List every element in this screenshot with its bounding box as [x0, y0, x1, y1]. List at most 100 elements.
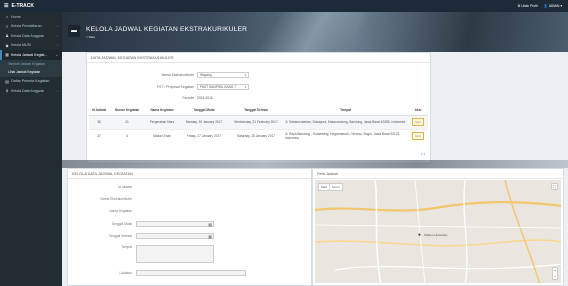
profile-link[interactable]: ⚙ Ubah Profil	[517, 4, 537, 8]
table-cell: 4	[109, 128, 145, 143]
column-header[interactable]: Tempat	[283, 106, 408, 116]
column-header[interactable]: Nama Kegiatan	[145, 106, 179, 116]
field-label: Id Jadwal	[118, 185, 132, 189]
form-row-kegiatan: Nama Kegiatan	[68, 209, 136, 213]
column-header[interactable]: Nomor Kegiatan	[109, 106, 145, 116]
list-icon: ≡	[5, 23, 9, 29]
table-cell: 37	[89, 128, 109, 143]
filter-row: Periode 2015-2016	[87, 96, 213, 100]
table-cell: Monday, 30 January 2017	[179, 114, 229, 129]
filter-row: Nama Ekstrakurikuler Wayang ▾	[87, 72, 249, 78]
section-divider	[62, 160, 568, 168]
sidebar-item-pendaftaran[interactable]: ≡ Kelola Pendaftaran ‹	[0, 22, 62, 32]
table-cell: Wednesday, 31 February 2017	[229, 114, 283, 129]
map-type-satelit[interactable]: Satelit	[328, 184, 342, 190]
form-row-id: Id Jadwal	[68, 185, 136, 189]
calendar-icon: ▬	[68, 25, 80, 37]
table-row: 38 21 Pergerakan Mars Monday, 30 January…	[89, 114, 428, 129]
table-cell: Edit	[408, 128, 428, 143]
sidebar-subitem-lihat[interactable]: Lihat Jadwal Kegiatan	[0, 68, 62, 77]
table-cell: 21	[109, 114, 145, 129]
page-header: ▬ KELOLA JADWAL KEGIATAN EKSTRAKURIKULER…	[62, 12, 568, 52]
start-date-input[interactable]: ▦	[136, 221, 214, 227]
chevron-left-icon: ‹	[57, 43, 58, 48]
proposal-select[interactable]: PAST SAMPIRA GANG 7 ▾	[197, 84, 249, 90]
filter-label: PST / Proposal Kegiatan	[156, 85, 194, 89]
chevron-left-icon: ‹	[57, 33, 58, 38]
fullscreen-icon[interactable]: ⛶	[551, 183, 558, 190]
zoom-out-icon[interactable]: −	[554, 274, 556, 279]
sidebar-item-anggota[interactable]: ♟ Kelola Data Anggota ‹	[0, 31, 62, 41]
panel-title: Peta Jadwal	[313, 169, 563, 179]
brand[interactable]: ☰ E-TRACK	[0, 3, 62, 9]
sidebar-subitem-tambah[interactable]: Tambah Jadwal Kegiatan	[0, 60, 62, 69]
jadwal-panel: DATA JADWAL KEGIATAN EKSTRAKULIKULER Nam…	[86, 52, 431, 164]
filter-label: Periode	[182, 96, 194, 100]
panel-title: DATA JADWAL KEGIATAN EKSTRAKULIKULER	[87, 53, 430, 63]
sidebar-item-peserta[interactable]: ▤ Daftar Peserta Kegiatan	[0, 77, 62, 87]
sidebar-item-anggota-2[interactable]: $ Kelola Data Anggota ‹	[0, 86, 62, 96]
table-cell: Edit	[408, 114, 428, 129]
table-cell: Friday, 27 January 2017	[179, 128, 229, 143]
field-label: Tanggal Selesai	[108, 234, 132, 238]
edit-button[interactable]: Edit	[412, 118, 424, 126]
table-cell: Pergerakan Mars	[145, 114, 179, 129]
column-header[interactable]: Tanggal Selesai	[229, 106, 283, 116]
end-date-input[interactable]: ▦	[136, 233, 214, 239]
sidebar-submenu: Tambah Jadwal Kegiatan Lihat Jadwal Kegi…	[0, 59, 62, 77]
map-type-peta[interactable]: Peta	[319, 184, 329, 190]
users-icon: ♟	[5, 33, 9, 39]
field-label: Tempat	[121, 245, 132, 249]
sidebar-item-jadwal[interactable]: ▦ Kelola Jadwal Kegiat... ⌄	[0, 50, 62, 60]
zoom-control[interactable]: + −	[552, 267, 558, 280]
map-marker-icon[interactable]: ●	[418, 232, 421, 238]
chevron-down-icon: ⌄	[55, 52, 58, 57]
sidebar-item-home[interactable]: ⌂ Home	[0, 12, 62, 22]
chevron-left-icon: ‹	[57, 88, 58, 93]
table-cell: Makan Enak	[145, 128, 179, 143]
tag-icon: ◆	[5, 42, 9, 48]
map-canvas[interactable]: Peta Satelit ⛶ ● Telkom University + −	[315, 180, 561, 283]
filter-row: PST / Proposal Kegiatan PAST SAMPIRA GAN…	[87, 84, 249, 90]
tempat-textarea[interactable]	[136, 245, 214, 263]
field-label: Tanggal Mulai	[111, 222, 132, 226]
brand-title: E-TRACK	[11, 3, 34, 9]
form-row-tempat: Tempat	[68, 245, 214, 263]
field-label: Lokation	[119, 271, 132, 275]
chevron-left-icon: ‹	[57, 24, 58, 29]
edit-button[interactable]: Edit	[412, 132, 424, 141]
panel-title: KELOLA DATA JADWAL KEGIATAN	[68, 169, 311, 179]
table-row: 37 4 Makan Enak Friday, 27 January 2017 …	[89, 128, 428, 143]
table-cell: Jl. Sekarmukartan, Sukapura, Kiaracondon…	[283, 114, 408, 129]
map-type-control[interactable]: Peta Satelit	[318, 183, 343, 191]
periode-value: 2015-2016	[197, 96, 213, 100]
form-row-lokasi: Lokation	[68, 270, 246, 276]
location-input[interactable]	[136, 270, 246, 276]
user-icon: 👤	[543, 4, 548, 8]
zoom-in-icon[interactable]: +	[554, 268, 556, 273]
table-icon: ▤	[5, 78, 9, 84]
column-header[interactable]: Id Jadwal	[89, 106, 109, 116]
calendar-icon[interactable]: ▦	[208, 222, 212, 227]
jadwal-table: Id Jadwal Nomor Kegiatan Nama Kegiatan T…	[89, 106, 428, 143]
map-marker-label: Telkom University	[424, 233, 448, 237]
form-row-selesai: Tanggal Selesai ▦	[68, 233, 214, 239]
page-title: KELOLA JADWAL KEGIATAN EKSTRAKURIKULER	[86, 26, 248, 33]
pagination[interactable]: 1 2	[421, 152, 425, 156]
menu-toggle-icon[interactable]: ☰	[4, 3, 8, 9]
chevron-down-icon: ▾	[244, 73, 246, 77]
admin-menu[interactable]: 👤 ADMIN ▾	[544, 4, 562, 8]
calendar-icon[interactable]: ▦	[208, 234, 212, 239]
ekskul-select[interactable]: Wayang ▾	[197, 72, 249, 78]
form-panel: KELOLA DATA JADWAL KEGIATAN Id Jadwal Na…	[67, 168, 312, 286]
top-navbar: ☰ E-TRACK ⚙ Ubah Profil 👤 ADMIN ▾	[0, 0, 568, 12]
column-header[interactable]: Aksi	[408, 106, 428, 116]
table-cell: Jl. Raya Bandung - Sumedang, Hegarmanah,…	[283, 128, 408, 143]
sidebar-item-musi[interactable]: ◆ Kelola MUSI ‹	[0, 41, 62, 51]
form-row-ekskul: Nama Ekstrakurikuler	[68, 197, 136, 201]
home-icon: ⌂	[5, 14, 9, 20]
field-label: Nama Kegiatan	[109, 209, 132, 213]
field-label: Nama Ekstrakurikuler	[100, 197, 132, 201]
column-header[interactable]: Tanggal Mulai	[179, 106, 229, 116]
form-row-mulai: Tanggal Mulai ▦	[68, 221, 214, 227]
